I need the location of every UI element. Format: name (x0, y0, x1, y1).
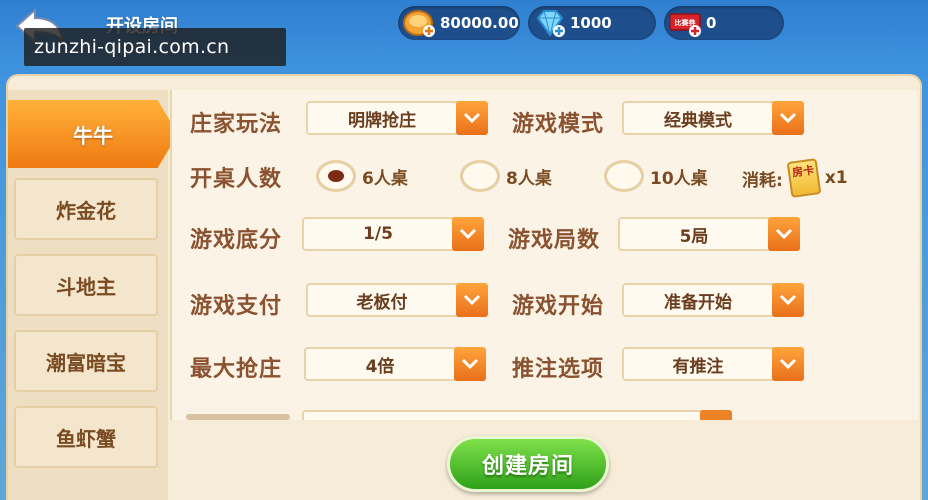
table-size-option-label: 8人桌 (506, 168, 552, 189)
room-card-icon: 房卡 (786, 158, 822, 198)
start-value: 准备开始 (664, 292, 732, 313)
chevron-down-icon (768, 217, 800, 251)
chevron-down-icon (452, 217, 484, 251)
chevron-down-icon (772, 101, 804, 135)
ticket-amount: 0 (706, 14, 717, 32)
tab-zhajinhua[interactable]: 炸金花 (14, 178, 158, 240)
table-size-option-label: 10人桌 (650, 168, 708, 189)
table-size-label: 开桌人数 (190, 167, 283, 192)
chevron-down-icon (454, 347, 486, 381)
tab-yuxiaxie[interactable]: 鱼虾蟹 (14, 406, 158, 468)
push-bet-select[interactable]: 有推注 (622, 347, 804, 381)
base-score-label: 游戏底分 (190, 228, 283, 253)
start-select[interactable]: 准备开始 (622, 283, 804, 317)
max-grab-value: 4倍 (365, 356, 395, 377)
start-label: 游戏开始 (512, 294, 605, 319)
diamond-icon (536, 10, 565, 37)
game-mode-select[interactable]: 经典模式 (622, 101, 804, 135)
push-bet-label: 推注选项 (512, 357, 605, 382)
rounds-select[interactable]: 5局 (618, 217, 800, 251)
table-size-option-8[interactable]: 8人桌 (460, 160, 552, 192)
diamond-amount: 1000 (570, 14, 612, 32)
max-grab-select[interactable]: 4倍 (304, 347, 486, 381)
cost-label: 消耗: (742, 170, 783, 191)
banker-mode-value: 明牌抢庄 (348, 110, 416, 131)
push-bet-value: 有推注 (672, 356, 724, 377)
ticket-balance[interactable]: 比赛券 0 (664, 6, 784, 40)
room-card-cost: 消耗: 房卡 x1 (742, 158, 848, 198)
table-size-option-10[interactable]: 10人桌 (604, 160, 708, 192)
gold-balance[interactable]: 80000.00 (398, 6, 520, 40)
rounds-label: 游戏局数 (508, 228, 601, 253)
base-score-select[interactable]: 1/5 (302, 217, 484, 251)
top-bar: 开设房间 80000.00 1000 比赛券 0 zunzhi-qipai.co… (0, 0, 928, 76)
watermark-label: zunzhi-qipai.com.cn (24, 28, 286, 66)
radio-selected-icon (316, 160, 356, 192)
table-size-option-label: 6人桌 (362, 168, 408, 189)
payment-select[interactable]: 老板付 (306, 283, 488, 317)
chevron-down-icon (772, 283, 804, 317)
chevron-down-icon (456, 283, 488, 317)
diamond-balance[interactable]: 1000 (528, 6, 656, 40)
banker-mode-select[interactable]: 明牌抢庄 (306, 101, 488, 135)
base-score-value: 1/5 (363, 224, 393, 244)
game-mode-value: 经典模式 (664, 110, 732, 131)
gold-amount: 80000.00 (440, 14, 519, 32)
tab-niuniu[interactable]: 牛牛 (8, 100, 178, 168)
gold-coin-icon (403, 10, 435, 37)
tab-chaofu-anbao[interactable]: 潮富暗宝 (14, 330, 158, 392)
create-room-button[interactable]: 创建房间 (447, 436, 609, 492)
game-mode-label: 游戏模式 (512, 112, 605, 137)
max-grab-label: 最大抢庄 (190, 357, 283, 382)
rounds-value: 5局 (679, 226, 709, 247)
radio-empty-icon (460, 160, 500, 192)
radio-empty-icon (604, 160, 644, 192)
banker-mode-label: 庄家玩法 (190, 112, 283, 137)
payment-label: 游戏支付 (190, 294, 283, 319)
chevron-down-icon (456, 101, 488, 135)
table-size-option-6[interactable]: 6人桌 (316, 160, 408, 192)
payment-value: 老板付 (356, 292, 408, 313)
match-ticket-icon: 比赛券 (669, 13, 701, 37)
cost-amount: x1 (824, 168, 848, 188)
chevron-down-icon (772, 347, 804, 381)
tab-doudizhu[interactable]: 斗地主 (14, 254, 158, 316)
